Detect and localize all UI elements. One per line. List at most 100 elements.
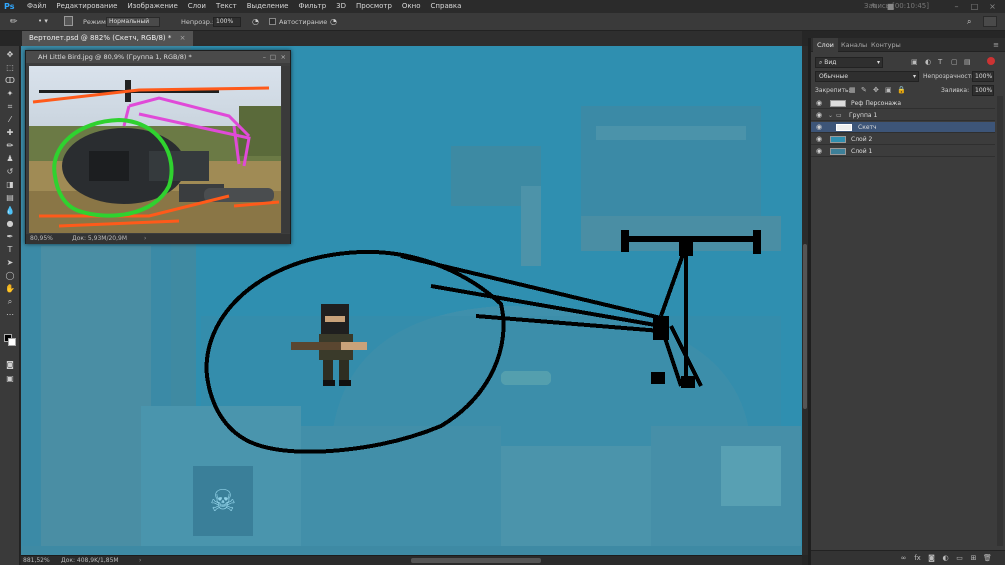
panel-menu-icon[interactable]: ≡	[993, 41, 999, 49]
mode-select[interactable]: Нормальный	[106, 17, 160, 27]
layer-style-fx-icon[interactable]: fx	[913, 554, 922, 563]
filter-pixel-icon[interactable]: ▣	[911, 58, 918, 66]
eraser-tool-icon[interactable]: ◨	[4, 180, 16, 190]
healing-brush-icon[interactable]: ✚	[4, 128, 16, 138]
layer-kind-filter[interactable]: ⌕ Вид ▾	[815, 57, 883, 68]
pressure-size-icon[interactable]: ◔	[330, 17, 337, 26]
menu-filter[interactable]: Фильтр	[293, 0, 331, 13]
layers-scrollbar[interactable]	[997, 96, 1003, 546]
opacity-input[interactable]: 100%	[213, 17, 241, 27]
layer-row-ref[interactable]: ◉ Реф Персонажа	[811, 98, 995, 109]
lock-artboard-icon[interactable]: ▣	[885, 86, 892, 94]
blend-mode-select[interactable]: Обычные ▾	[815, 71, 919, 82]
gradient-tool-icon[interactable]: ▤	[4, 193, 16, 203]
link-layers-icon[interactable]: ∞	[899, 554, 908, 563]
group-expand-chevron-icon[interactable]: ⌄	[828, 110, 833, 121]
filter-type-icon[interactable]: T	[938, 58, 942, 66]
menu-window[interactable]: Окно	[397, 0, 426, 13]
new-group-icon[interactable]: ▭	[955, 554, 964, 563]
maximize-icon[interactable]: □	[970, 2, 979, 11]
filter-adjustment-icon[interactable]: ◐	[925, 58, 931, 66]
document-info-arrow-icon[interactable]: ›	[139, 556, 141, 565]
pressure-opacity-icon[interactable]: ◔	[252, 17, 259, 26]
magic-wand-icon[interactable]: ✦	[4, 89, 16, 99]
blur-tool-icon[interactable]: 💧	[4, 206, 16, 216]
stop-icon[interactable]: ■	[886, 2, 895, 11]
delete-layer-icon[interactable]: 🗑	[983, 554, 992, 563]
reference-close-icon[interactable]: ×	[281, 51, 286, 63]
dodge-tool-icon[interactable]: ●	[4, 219, 16, 229]
menu-file[interactable]: Файл	[22, 0, 51, 13]
minimize-icon[interactable]: –	[952, 2, 961, 11]
pencil-tool-icon-active[interactable]: ✏	[4, 141, 16, 151]
screen-mode-icon[interactable]: ▣	[4, 374, 16, 384]
tab-close-icon[interactable]: ×	[180, 34, 186, 42]
tab-layers[interactable]: Слои	[813, 38, 838, 52]
filter-smart-object-icon[interactable]: ▤	[964, 58, 971, 66]
brush-panel-icon[interactable]	[64, 16, 73, 26]
menu-select[interactable]: Выделение	[242, 0, 294, 13]
filter-shape-icon[interactable]: ▢	[951, 58, 958, 66]
menu-edit[interactable]: Редактирование	[51, 0, 122, 13]
visibility-eye-icon[interactable]: ◉	[816, 112, 825, 119]
more-tools-icon[interactable]: ⋯	[4, 310, 16, 320]
visibility-eye-icon[interactable]: ◉	[816, 148, 825, 155]
history-brush-icon[interactable]: ↺	[4, 167, 16, 177]
search-icon[interactable]: ⌕	[967, 17, 971, 27]
stamp-tool-icon[interactable]: ♟	[4, 154, 16, 164]
pencil-tool-icon[interactable]: ✏	[10, 17, 18, 27]
hand-tool-icon[interactable]: ✋	[4, 284, 16, 294]
tab-channels[interactable]: Каналы	[837, 38, 871, 52]
autoerase-checkbox[interactable]	[269, 18, 276, 25]
menu-3d[interactable]: 3D	[331, 0, 351, 13]
visibility-eye-icon[interactable]: ◉	[816, 136, 825, 143]
crop-tool-icon[interactable]: ⌗	[4, 102, 16, 112]
layer-row-layer1[interactable]: ◉ Слой 1	[811, 146, 995, 157]
add-mask-icon[interactable]: ◙	[927, 554, 936, 563]
new-layer-icon[interactable]: ⊞	[969, 554, 978, 563]
pen-tool-icon[interactable]: ✒	[4, 232, 16, 242]
visibility-eye-icon[interactable]: ◉	[816, 124, 825, 131]
filter-toggle-icon[interactable]	[987, 57, 995, 65]
menu-layers[interactable]: Слои	[183, 0, 211, 13]
lock-position-icon[interactable]: ✥	[873, 86, 879, 94]
document-zoom[interactable]: 881,52%	[23, 556, 50, 565]
close-icon[interactable]: ×	[988, 2, 997, 11]
lock-all-icon[interactable]: 🔒	[897, 86, 906, 94]
shape-tool-icon[interactable]: ◯	[4, 271, 16, 281]
menu-type[interactable]: Текст	[211, 0, 242, 13]
lock-pixels-icon[interactable]: ✎	[861, 86, 867, 94]
eyedropper-icon[interactable]: ⁄	[4, 115, 16, 125]
reference-minimize-icon[interactable]: –	[263, 51, 266, 63]
lasso-tool-icon[interactable]: ↀ	[4, 76, 16, 86]
quick-mask-icon[interactable]: ◙	[4, 360, 16, 370]
canvas-scroll-thumb[interactable]	[803, 244, 807, 409]
reference-window-title[interactable]: AH Little Bird.jpg @ 80,9% (Группа 1, RG…	[26, 51, 290, 63]
layer-opacity-input[interactable]: 100%	[972, 71, 994, 82]
lock-transparent-icon[interactable]: ▦	[849, 86, 856, 94]
brush-size-icon[interactable]: • ▾	[38, 17, 48, 25]
path-selection-icon[interactable]: ➤	[4, 258, 16, 268]
layer-row-sketch[interactable]: ◉ Скетч	[811, 122, 995, 133]
canvas-horizontal-scroll-thumb[interactable]	[411, 558, 541, 563]
reference-scrollbar[interactable]	[282, 66, 290, 233]
adjustment-layer-icon[interactable]: ◐	[941, 554, 950, 563]
document-tab[interactable]: Вертолет.psd @ 882% (Скетч, RGB/8) * ×	[22, 31, 193, 46]
menu-view[interactable]: Просмотр	[351, 0, 397, 13]
background-color-swatch[interactable]	[8, 338, 16, 346]
reference-image-window[interactable]: AH Little Bird.jpg @ 80,9% (Группа 1, RG…	[25, 50, 291, 244]
menu-help[interactable]: Справка	[426, 0, 467, 13]
type-tool-icon[interactable]: T	[4, 245, 16, 255]
visibility-eye-icon[interactable]: ◉	[816, 100, 825, 107]
layer-row-group[interactable]: ◉ ⌄ ▭ Группа 1	[811, 110, 995, 121]
menu-image[interactable]: Изображение	[122, 0, 182, 13]
workspace-switcher[interactable]	[983, 16, 997, 27]
pen-icon[interactable]: ✎	[870, 2, 879, 11]
marquee-tool-icon[interactable]: ⬚	[4, 63, 16, 73]
layer-row-layer2[interactable]: ◉ Слой 2	[811, 134, 995, 145]
tab-paths[interactable]: Контуры	[867, 38, 905, 52]
fill-input[interactable]: 100%	[972, 85, 994, 96]
move-tool-icon[interactable]: ✥	[4, 50, 16, 60]
reference-zoom[interactable]: 80,95%	[30, 234, 53, 244]
reference-info-arrow-icon[interactable]: ›	[144, 234, 146, 244]
